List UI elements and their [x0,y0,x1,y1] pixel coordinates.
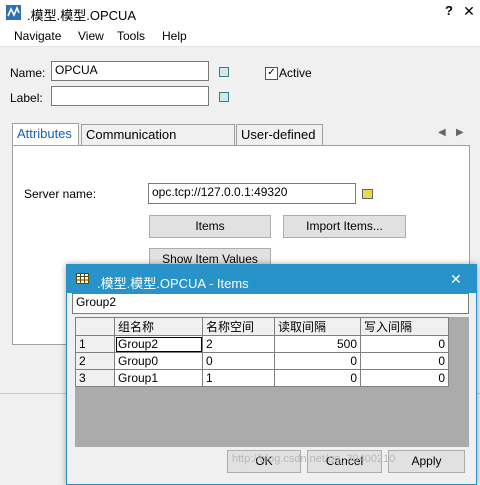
row-index[interactable]: 2 [75,352,115,370]
group-field[interactable]: Group2 [72,293,469,314]
namespace-cell[interactable]: 0 [202,352,275,370]
tab-scroll-right-icon[interactable]: ▶ [456,127,464,138]
server-name-field[interactable]: opc.tcp://127.0.0.1:49320 [148,183,356,204]
close-button[interactable]: ✕ [461,3,477,20]
import-items-button[interactable]: Import Items... [283,215,406,238]
table-row[interactable]: 2 Group0 0 0 0 [75,352,449,370]
column-header-write-interval[interactable]: 写入间隔 [360,317,449,336]
name-button[interactable] [219,67,229,77]
read-interval-cell[interactable]: 0 [274,369,361,387]
dialog-title: .模型.模型.OPCUA - Items [97,276,249,291]
tab-user-defined[interactable]: User-defined [236,124,323,145]
read-interval-cell[interactable]: 500 [274,335,361,353]
group-name-cell[interactable]: Group2 [114,335,203,353]
dialog-close-button[interactable]: ✕ [450,271,462,288]
column-header-read-interval[interactable]: 读取间隔 [274,317,361,336]
active-label: Active [279,66,312,80]
title-bar: .模型.模型.OPCUA ? ✕ [0,0,480,26]
label-label: Label: [10,91,43,105]
group-name-cell[interactable]: Group1 [114,369,203,387]
namespace-cell[interactable]: 2 [202,335,275,353]
menu-help[interactable]: Help [162,29,187,43]
tab-communication-statistics[interactable]: Communication Statistics [81,124,235,162]
group-name-cell[interactable]: Group0 [114,352,203,370]
apply-button[interactable]: Apply [388,450,465,473]
items-button[interactable]: Items [149,215,271,238]
grid-header-row: 组名称 名称空间 读取间隔 写入间隔 [75,317,449,336]
tab-attributes[interactable]: Attributes [12,123,79,145]
write-interval-cell[interactable]: 0 [360,335,449,353]
row-index[interactable]: 1 [75,335,115,353]
menu-view[interactable]: View [78,29,104,43]
write-interval-cell[interactable]: 0 [360,369,449,387]
column-header-namespace[interactable]: 名称空间 [202,317,275,336]
watermark: http://blog.csdn.net/qq_30400210 [232,453,396,465]
menu-tools[interactable]: Tools [117,29,145,43]
read-interval-cell[interactable]: 0 [274,352,361,370]
active-checkbox[interactable]: ✓ [265,67,278,80]
menu-navigate[interactable]: Navigate [14,29,61,43]
label-field[interactable] [51,86,209,106]
window-title: .模型.模型.OPCUA [27,8,137,23]
table-row[interactable]: 3 Group1 1 0 0 [75,369,449,387]
row-index[interactable]: 3 [75,369,115,387]
groups-grid: 组名称 名称空间 读取间隔 写入间隔 1 Group2 2 500 0 2 Gr… [75,317,469,447]
items-dialog: .模型.模型.OPCUA - Items ✕ Group2 组名称 名称空间 读… [66,264,477,485]
table-row[interactable]: 1 Group2 2 500 0 [75,335,449,353]
server-name-label: Server name: [24,187,97,201]
namespace-cell[interactable]: 1 [202,369,275,387]
label-button[interactable] [219,92,229,102]
name-field[interactable]: OPCUA [51,61,209,81]
dialog-title-bar: .模型.模型.OPCUA - Items ✕ [67,265,476,293]
column-header-group-name[interactable]: 组名称 [114,317,203,336]
name-label: Name: [10,66,46,80]
write-interval-cell[interactable]: 0 [360,352,449,370]
row-header-corner [75,317,115,336]
table-icon [76,273,89,284]
help-button[interactable]: ? [441,3,457,18]
menu-bar: Navigate View Tools Help [0,26,480,47]
tab-scroll-left-icon[interactable]: ◀ [438,127,446,138]
app-icon [6,5,21,20]
server-browse-button[interactable] [362,189,373,199]
